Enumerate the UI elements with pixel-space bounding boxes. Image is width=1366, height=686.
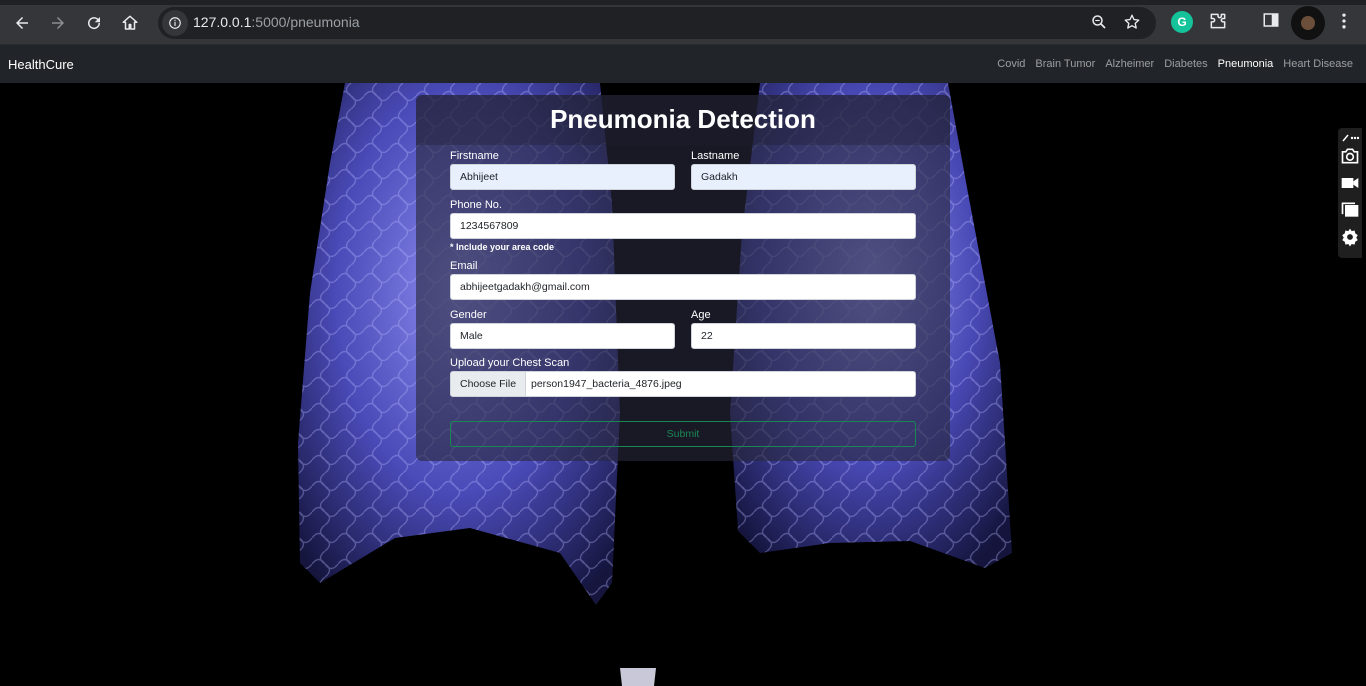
url-path: :5000/pneumonia <box>251 14 360 30</box>
phone-hint: * Include your area code <box>450 242 555 252</box>
avatar-face <box>1301 16 1315 30</box>
age-input[interactable]: 22 <box>691 323 916 349</box>
browser-toolbar: 127.0.0.1:5000/pneumonia G <box>0 0 1366 45</box>
pin-more-icon[interactable] <box>1340 130 1360 142</box>
tab-strip <box>0 0 1366 5</box>
url-text: 127.0.0.1:5000/pneumonia <box>193 14 360 30</box>
extensions-puzzle-icon[interactable] <box>1208 11 1230 33</box>
pneumonia-form-card: Pneumonia Detection Firstname Abhijeet L… <box>416 95 950 461</box>
nav-link-diabetes[interactable]: Diabetes <box>1164 58 1207 70</box>
choose-file-button[interactable]: Choose File <box>451 372 527 396</box>
phone-label: Phone No. <box>450 199 502 211</box>
site-navbar: HealthCure Covid Brain Tumor Alzheimer D… <box>0 45 1366 83</box>
gender-label: Gender <box>450 309 487 321</box>
home-button[interactable] <box>116 9 144 37</box>
address-bar[interactable]: 127.0.0.1:5000/pneumonia <box>158 7 1156 39</box>
windows-capture-icon[interactable] <box>1340 200 1360 220</box>
url-host: 127.0.0.1 <box>193 14 252 30</box>
age-label: Age <box>691 309 711 321</box>
bookmark-star-icon[interactable] <box>1123 13 1143 33</box>
email-label: Email <box>450 260 478 272</box>
nav-link-pneumonia[interactable]: Pneumonia <box>1218 58 1274 70</box>
firstname-label: Firstname <box>450 150 499 162</box>
gender-input[interactable]: Male <box>450 323 675 349</box>
back-button[interactable] <box>8 9 36 37</box>
more-menu-icon[interactable] <box>1334 11 1356 33</box>
home-icon <box>122 15 138 30</box>
lastname-input[interactable]: Gadakh <box>691 164 916 190</box>
screenshot-camera-icon[interactable] <box>1340 146 1360 166</box>
email-input[interactable]: abhijeetgadakh@gmail.com <box>450 274 916 300</box>
reload-button[interactable] <box>80 9 108 37</box>
forward-button[interactable] <box>44 9 72 37</box>
upload-label: Upload your Chest Scan <box>450 357 570 369</box>
firstname-input[interactable]: Abhijeet <box>450 164 675 190</box>
settings-gear-icon[interactable] <box>1340 227 1360 247</box>
video-record-icon[interactable] <box>1340 173 1360 193</box>
nav-link-covid[interactable]: Covid <box>997 58 1025 70</box>
page-title: Pneumonia Detection <box>550 104 816 134</box>
lastname-label: Lastname <box>691 150 740 162</box>
nav-link-alzheimer[interactable]: Alzheimer <box>1105 58 1154 70</box>
reload-icon <box>88 17 101 30</box>
profile-avatar[interactable] <box>1291 6 1325 40</box>
file-name: person1947_bacteria_4876.jpeg <box>531 378 682 390</box>
nav-link-heart-disease[interactable]: Heart Disease <box>1283 58 1353 70</box>
arrow-right-icon <box>52 17 64 29</box>
zoom-icon[interactable] <box>1090 13 1110 33</box>
nav-link-brain-tumor[interactable]: Brain Tumor <box>1035 58 1095 70</box>
arrow-left-icon <box>16 17 28 29</box>
capture-toolbar <box>1338 128 1362 258</box>
site-info-icon[interactable] <box>162 10 188 36</box>
file-input[interactable]: Choose File person1947_bacteria_4876.jpe… <box>450 371 916 397</box>
submit-button[interactable]: Submit <box>450 421 916 447</box>
nav-links: Covid Brain Tumor Alzheimer Diabetes Pne… <box>997 58 1353 70</box>
phone-input[interactable]: 1234567809 <box>450 213 916 239</box>
brand-link[interactable]: HealthCure <box>8 57 74 72</box>
side-panel-icon[interactable] <box>1262 11 1284 33</box>
grammarly-extension-icon[interactable]: G <box>1171 11 1193 33</box>
